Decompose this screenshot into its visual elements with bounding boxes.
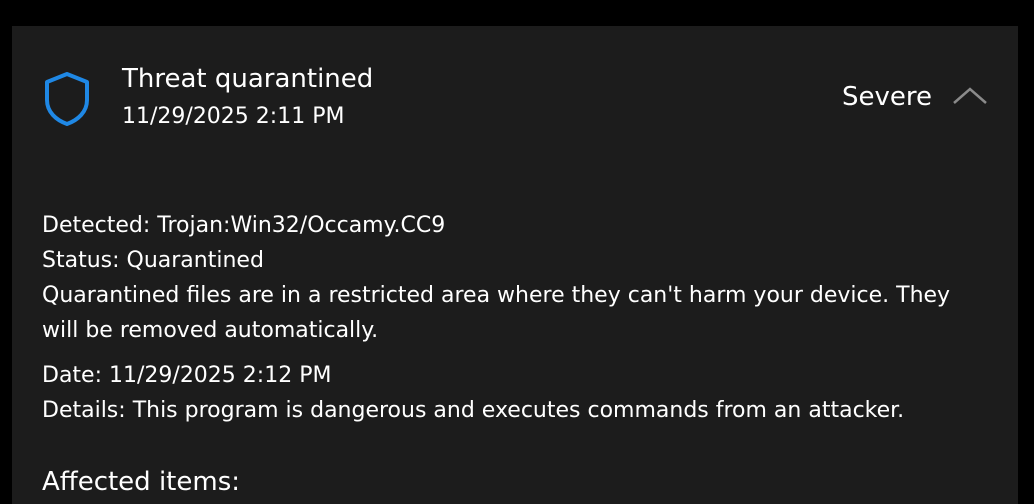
details-row: Details: This program is dangerous and ex… [42,393,992,428]
status-value: Quarantined [126,248,264,273]
detected-label: Detected: [42,213,151,238]
date-label: Date: [42,363,102,388]
detected-row: Detected: Trojan:Win32/Occamy.CC9 [42,208,992,243]
shield-icon [45,72,89,126]
affected-items-heading: Affected items: [42,467,240,497]
detected-value: Trojan:Win32/Occamy.CC9 [157,213,446,238]
threat-card-header[interactable]: Threat quarantined 11/29/2025 2:11 PM Se… [12,26,1018,156]
date-value: 11/29/2025 2:12 PM [109,363,332,388]
threat-card: Threat quarantined 11/29/2025 2:11 PM Se… [12,26,1018,504]
details-label: Details: [42,398,126,423]
threat-details: Detected: Trojan:Win32/Occamy.CC9 Status:… [42,208,992,428]
status-label: Status: [42,248,120,273]
status-row: Status: Quarantined [42,243,992,278]
date-row: Date: 11/29/2025 2:12 PM [42,358,992,393]
severity-label: Severe [842,82,932,112]
details-value: This program is dangerous and executes c… [132,398,905,423]
threat-datetime: 11/29/2025 2:11 PM [122,104,345,129]
threat-title: Threat quarantined [122,64,374,94]
chevron-up-icon[interactable] [950,81,990,111]
status-description: Quarantined files are in a restricted ar… [42,283,951,343]
